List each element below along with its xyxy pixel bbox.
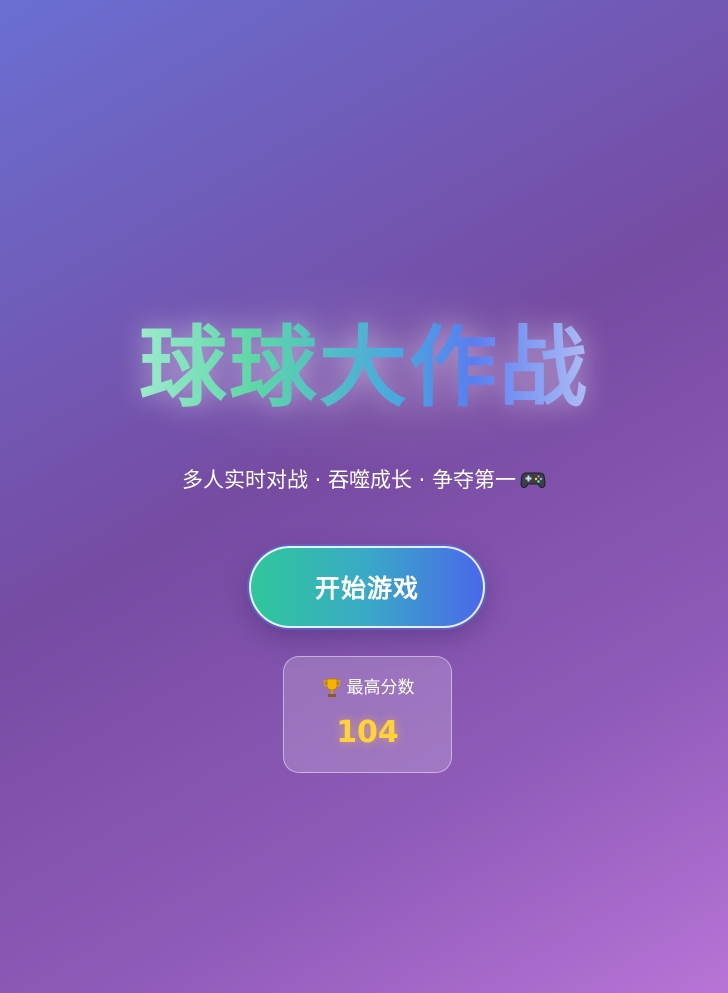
gamepad-icon — [520, 472, 546, 489]
trophy-icon — [322, 678, 341, 697]
background-glow — [0, 0, 728, 993]
high-score-value: 104 — [336, 715, 399, 750]
start-game-button[interactable]: 开始游戏 — [249, 546, 485, 628]
game-title: 球球大作战 — [0, 318, 728, 418]
high-score-label-row: 最高分数 — [284, 677, 451, 699]
high-score-card: 最高分数 104 — [283, 656, 452, 773]
high-score-label: 最高分数 — [346, 678, 415, 698]
game-subtitle: 多人实时对战 · 吞噬成长 · 争夺第一 — [0, 465, 728, 495]
subtitle-text: 多人实时对战 · 吞噬成长 · 争夺第一 — [181, 468, 517, 492]
